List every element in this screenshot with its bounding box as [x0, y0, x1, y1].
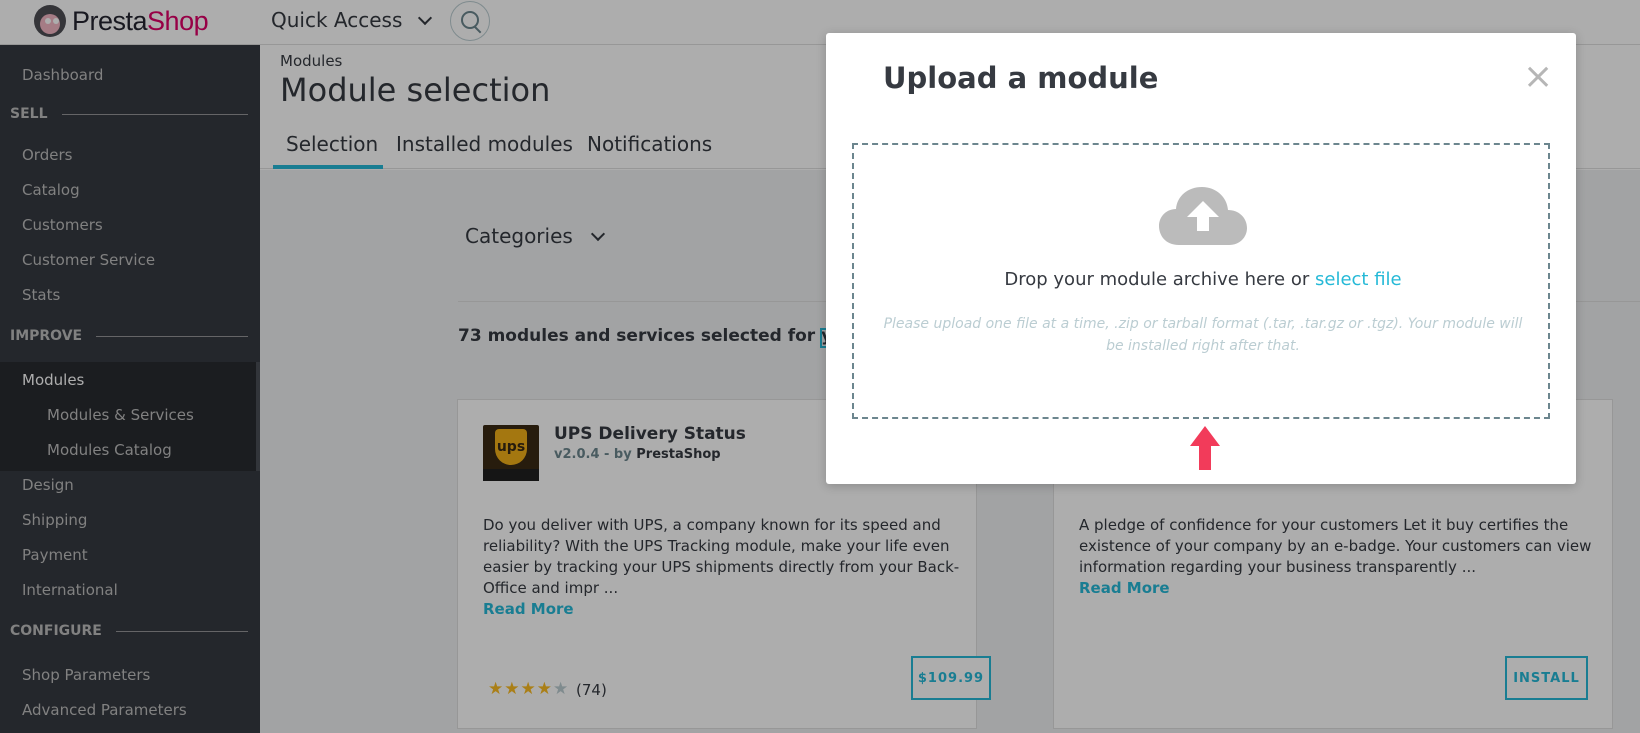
modal-title: Upload a module [883, 61, 1159, 95]
upload-module-modal: Upload a module × Drop your module archi… [826, 33, 1576, 484]
drop-instructions: Drop your module archive here or select … [1004, 269, 1402, 290]
upload-hint: Please upload one file at a time, .zip o… [883, 316, 1523, 354]
module-dropzone[interactable]: Drop your module archive here or select … [852, 143, 1550, 419]
arrow-up-icon [1190, 426, 1220, 470]
cloud-upload-icon [1159, 187, 1247, 245]
select-file-link[interactable]: select file [1315, 269, 1402, 290]
close-icon[interactable]: × [1523, 59, 1553, 95]
